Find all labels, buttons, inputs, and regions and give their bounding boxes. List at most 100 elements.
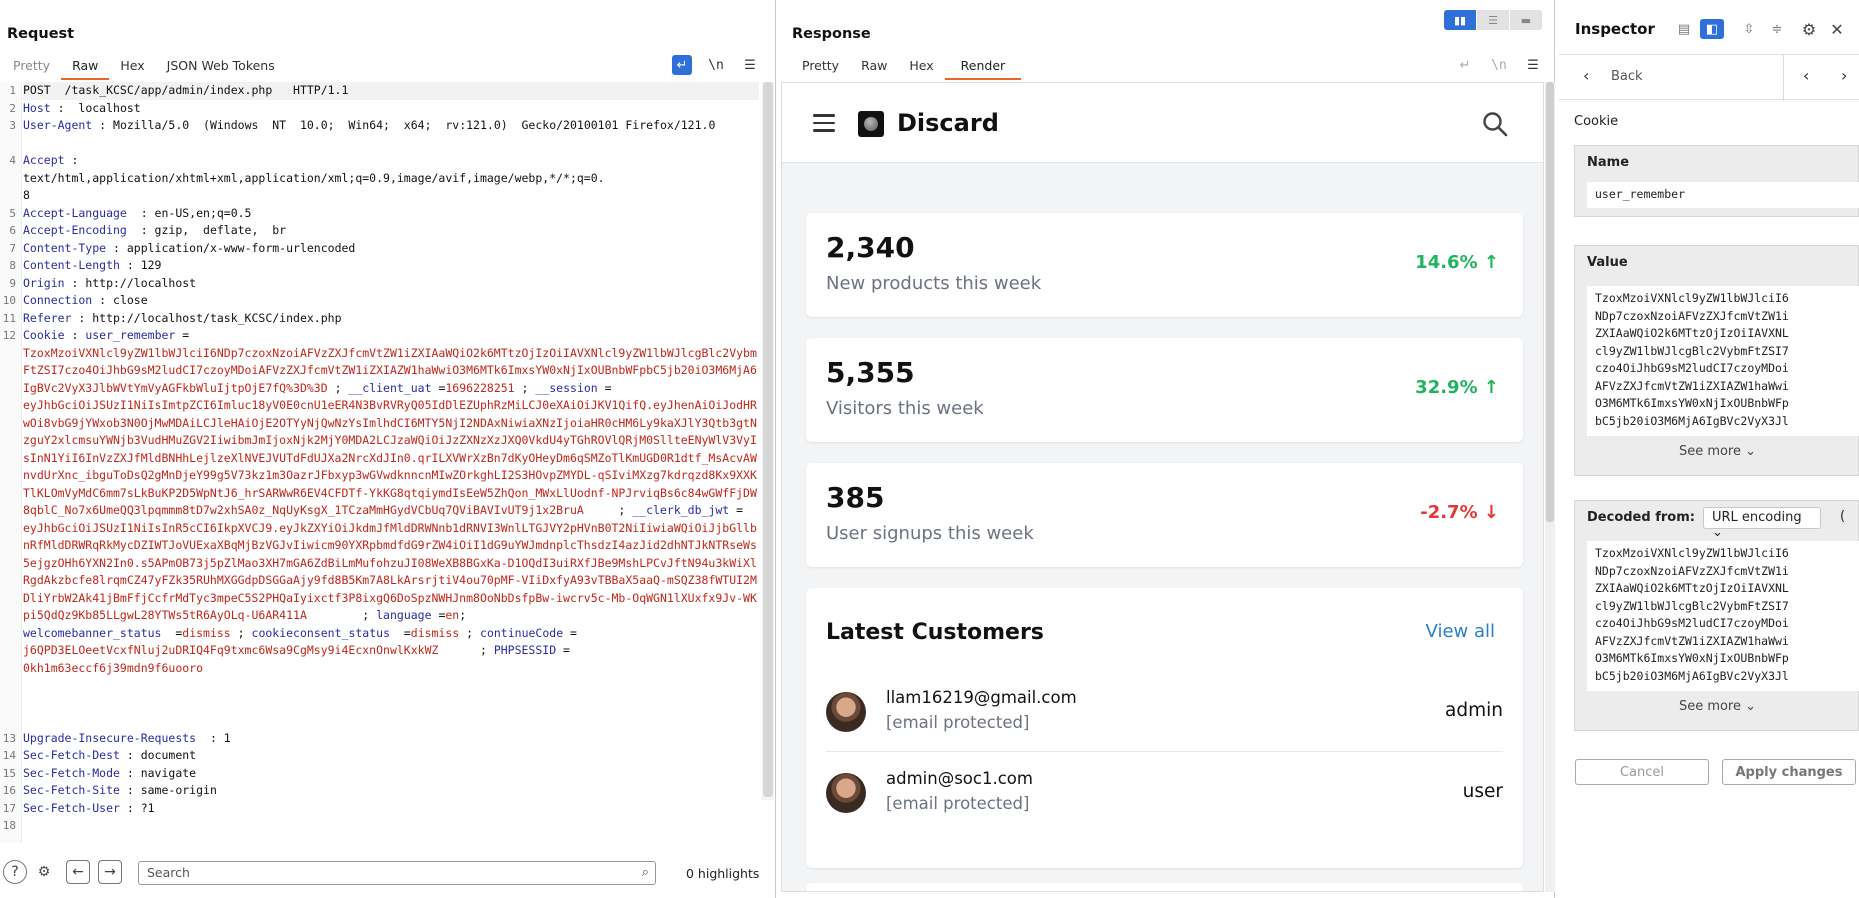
response-title: Response (792, 26, 871, 42)
value-field[interactable]: TzoxMzoiVXNlcl9yZW1lbWJlciI6 NDp7czoxNzoi… (1587, 286, 1859, 436)
cookie-key: language (376, 608, 432, 622)
see-more-button[interactable]: See more ⌄ (1575, 699, 1859, 714)
request-editor[interactable]: 1 2 3 4 5 6 7 8 9 10 11 12 13 14 15 16 17 18 POST /task_K… (0, 82, 762, 843)
arrow-down-icon: ↓ (1483, 502, 1499, 523)
tab-render[interactable]: Render (944, 56, 1022, 80)
header-key: Content-Length (23, 258, 120, 272)
code-line[interactable]: Sec-Fetch-Dest : document (23, 747, 759, 765)
header-key: Origin (23, 275, 65, 290)
tab-hex[interactable]: Hex (898, 56, 944, 80)
collapse-icon[interactable]: ≑ (1765, 19, 1789, 39)
value-header: Value (1587, 255, 1628, 270)
layout-stacked-icon[interactable]: ☰ (1477, 10, 1510, 30)
code-line[interactable]: Referer : http://localhost/task_KCSC/ind… (23, 310, 759, 328)
code-text: ; (306, 608, 377, 622)
code-line[interactable]: Sec-Fetch-User : ?1 (23, 800, 759, 818)
decode-extra-icon: ( (1840, 509, 1846, 524)
tab-pretty[interactable]: Pretty (2, 56, 61, 80)
prev-arrow-icon[interactable]: ← (66, 860, 90, 884)
hamburger-menu-icon[interactable] (813, 114, 835, 132)
code-line[interactable] (23, 817, 759, 835)
request-scrollbar-thumb[interactable] (763, 82, 773, 797)
stat-change: 32.9% ↑ (1415, 377, 1499, 398)
code-text: : close (92, 293, 148, 307)
wrap-lines-icon[interactable]: ↵ (672, 55, 692, 75)
back-button[interactable]: Back (1611, 69, 1643, 84)
stat-card-visitors: 5,355 Visitors this week 32.9% ↑ (806, 338, 1523, 442)
value-line: TzoxMzoiVXNlcl9yZW1lbWJlciI6 (1595, 291, 1789, 305)
code-line[interactable]: Origin : http://localhost (23, 275, 759, 293)
value-line: cl9yZW1lbWJlcgBlc2VybmFtZSI7 (1595, 598, 1789, 613)
code-line[interactable]: Content-Length : 129 (23, 257, 759, 275)
decode-type-select[interactable]: URL encoding ⌄ (1703, 507, 1821, 540)
next-arrow-icon[interactable]: → (98, 860, 122, 884)
show-newlines-icon[interactable]: \n (706, 55, 726, 75)
code-line[interactable]: Accept : text/html,application/xhtml+xml… (23, 152, 759, 205)
latest-customers-card: Latest Customers View all llam16219@gmai… (806, 588, 1523, 868)
code-line[interactable]: Cookie : user_remember = TzoxMzoiVXNlcl9… (23, 327, 759, 730)
line-number: 10 (2, 294, 16, 307)
cookie-key: welcomebanner_status (23, 625, 162, 640)
menu-icon[interactable]: ☰ (740, 55, 760, 75)
decoded-value-field[interactable]: TzoxMzoiVXNlcl9yZW1lbWJlciI6 NDp7czoxNzoi… (1587, 541, 1859, 691)
render-scrollbar-thumb[interactable] (1546, 82, 1554, 522)
line-number: 14 (2, 749, 16, 762)
tab-pretty[interactable]: Pretty (791, 56, 850, 80)
code-text: = (390, 625, 411, 640)
prev-icon[interactable]: ‹ (1803, 66, 1809, 85)
cancel-button[interactable]: Cancel (1575, 759, 1709, 785)
tab-json-web-tokens[interactable]: JSON Web Tokens (156, 56, 286, 80)
tab-raw[interactable]: Raw (850, 56, 898, 80)
view-all-link[interactable]: View all (1426, 621, 1495, 642)
code-line[interactable]: Upgrade-Insecure-Requests : 1 (23, 730, 759, 748)
value-line: AFVzZXJfcmVtZW1iZXIAZW1haWwi (1595, 378, 1789, 393)
expand-icon[interactable]: ⇳ (1737, 19, 1761, 39)
code-line[interactable]: POST /task_KCSC/app/admin/index.php HTTP… (23, 82, 759, 100)
apply-changes-button[interactable]: Apply changes (1722, 759, 1856, 785)
cookie-key: continueCode (480, 625, 564, 640)
value-line: TzoxMzoiVXNlcl9yZW1lbWJlciI6 (1595, 546, 1789, 560)
name-value-field[interactable]: user_remember (1587, 182, 1859, 208)
search-icon[interactable] (1482, 111, 1508, 137)
request-code[interactable]: POST /task_KCSC/app/admin/index.php HTTP… (23, 82, 759, 835)
layout-split-icon[interactable]: ◧ (1700, 19, 1724, 39)
layout-side-by-side-icon[interactable]: ▮▮ (1444, 10, 1477, 30)
code-line[interactable]: Connection : close (23, 292, 759, 310)
code-line[interactable]: Accept-Encoding : gzip, deflate, br (23, 222, 759, 240)
cookie-key: user_remember (85, 328, 176, 342)
tab-hex[interactable]: Hex (109, 56, 155, 80)
layout-tabs-icon[interactable]: ▬ (1510, 10, 1543, 30)
code-line[interactable]: Content-Type : application/x-www-form-ur… (23, 240, 759, 258)
settings-gear-icon[interactable]: ⚙ (32, 860, 56, 884)
code-line[interactable]: Accept-Language : en-US,en;q=0.5 (23, 205, 759, 223)
customer-row[interactable]: llam16219@gmail.com [email protected] ad… (826, 672, 1503, 752)
chevron-down-icon: ⌄ (1745, 699, 1757, 714)
search-icon[interactable]: ⌕ (642, 865, 649, 880)
customer-row[interactable]: admin@soc1.com [email protected] user (826, 753, 1503, 833)
code-line[interactable]: Host : localhost (23, 100, 759, 118)
layout-list-icon[interactable]: ▤ (1672, 19, 1696, 39)
next-icon[interactable]: › (1841, 66, 1847, 85)
menu-icon[interactable]: ☰ (1523, 55, 1543, 75)
code-text: : same-origin (119, 783, 217, 797)
search-field[interactable]: ⌕ (138, 861, 656, 885)
see-more-button[interactable]: See more ⌄ (1575, 444, 1859, 459)
value-line: czo4OiJhbG9sM2ludCI7czoyMDoi (1595, 361, 1789, 375)
name-header: Name (1587, 155, 1630, 170)
stat-change-value: -2.7% (1420, 502, 1478, 523)
code-text: : document (119, 748, 197, 762)
close-icon[interactable]: ✕ (1825, 19, 1849, 39)
search-input[interactable] (147, 865, 617, 880)
settings-gear-icon[interactable]: ⚙ (1797, 19, 1821, 39)
tab-raw[interactable]: Raw (61, 56, 110, 80)
code-line[interactable]: User-Agent : Mozilla/5.0 (Windows NT 10.… (23, 117, 759, 152)
help-icon[interactable]: ? (3, 860, 27, 884)
arrow-up-icon: ↑ (1483, 252, 1499, 273)
code-line[interactable]: Sec-Fetch-Site : same-origin (23, 782, 759, 800)
see-more-label: See more (1678, 699, 1741, 714)
back-arrow-icon[interactable]: ‹ (1583, 66, 1589, 85)
avatar (826, 692, 866, 732)
header-key: Sec-Fetch-Mode (23, 765, 120, 780)
code-line[interactable]: Sec-Fetch-Mode : navigate (23, 765, 759, 783)
line-number: 5 (9, 206, 16, 220)
